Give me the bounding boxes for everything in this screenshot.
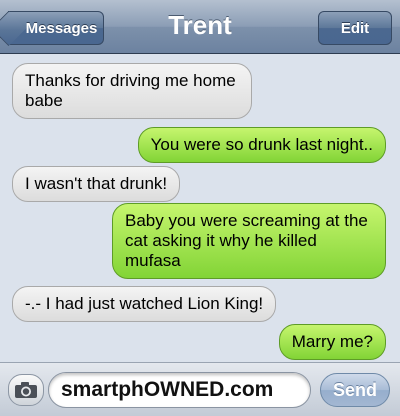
message-bubble-outgoing[interactable]: Baby you were screaming at the cat askin… [112, 203, 386, 279]
message-input[interactable]: smartphOWNED.com [48, 372, 311, 408]
composer-bar: smartphOWNED.com Send [0, 362, 400, 416]
edit-button[interactable]: Edit [318, 11, 392, 45]
camera-button[interactable] [8, 374, 44, 406]
message-bubble-incoming[interactable]: -.- I had just watched Lion King! [12, 286, 277, 322]
camera-icon [15, 382, 37, 398]
message-bubble-outgoing[interactable]: You were so drunk last night.. [137, 127, 386, 163]
message-bubble-incoming[interactable]: I wasn't that drunk! [12, 166, 181, 202]
send-button[interactable]: Send [320, 373, 390, 407]
message-bubble-outgoing[interactable]: Marry me? [278, 324, 386, 360]
nav-bar: Messages Trent Edit [0, 0, 400, 54]
back-button-label: Messages [25, 19, 98, 37]
message-bubble-incoming[interactable]: Thanks for driving me home babe [12, 63, 252, 119]
